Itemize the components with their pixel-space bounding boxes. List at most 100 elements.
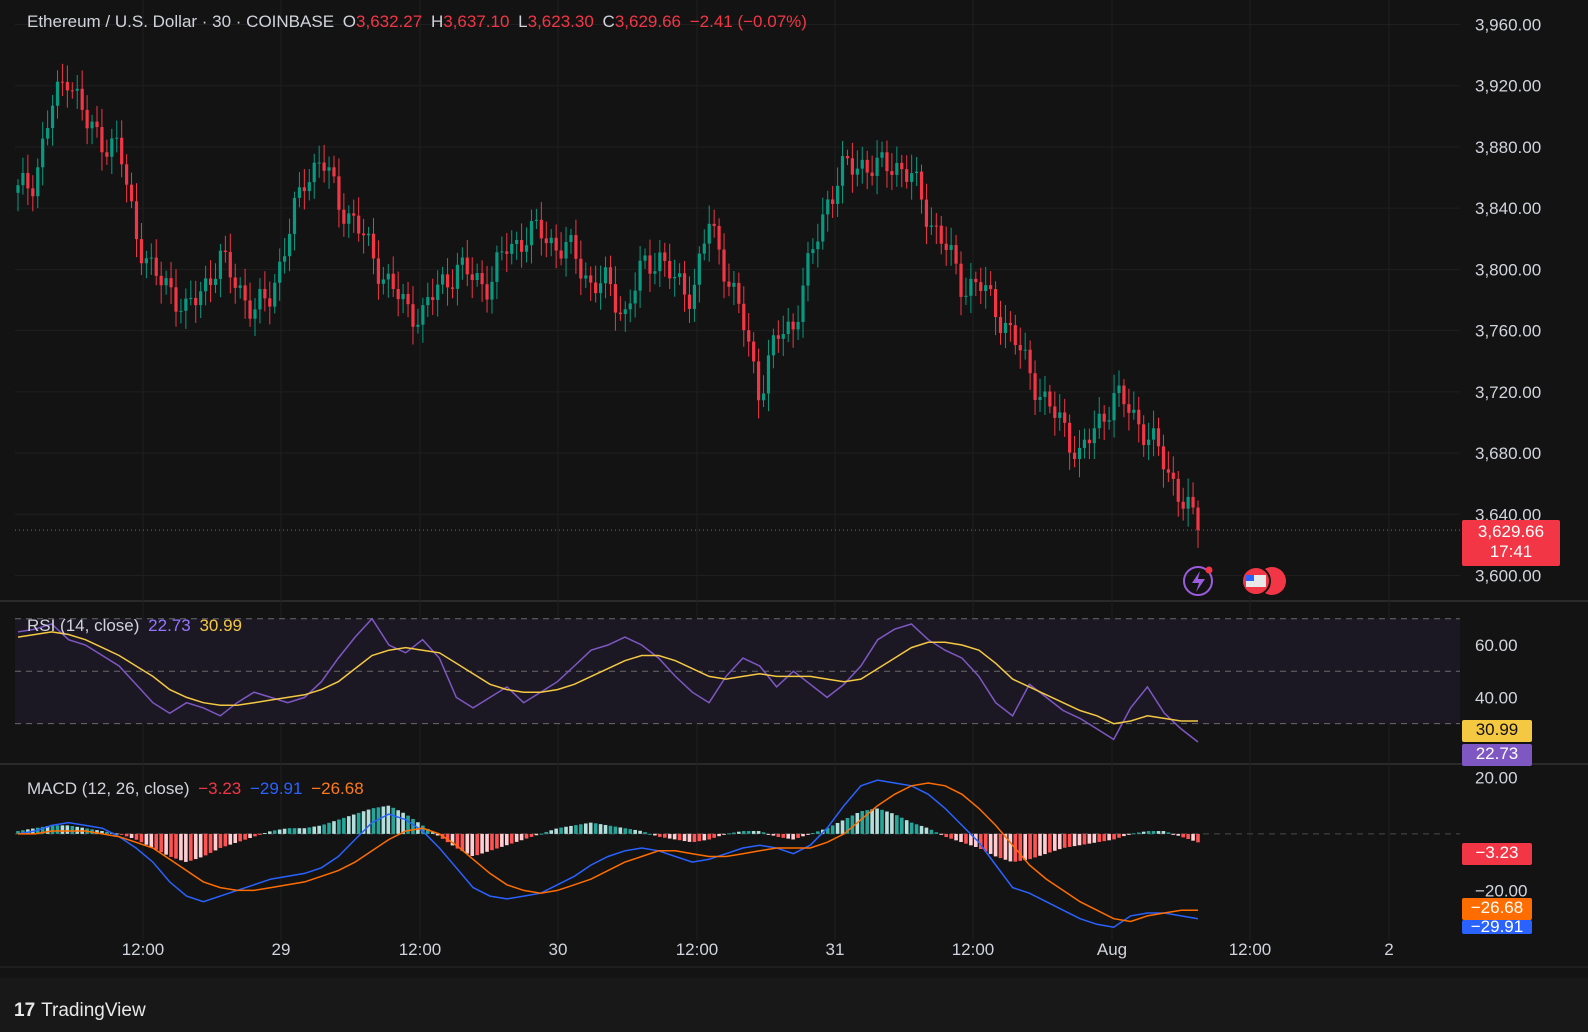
- candle-body: [870, 172, 874, 176]
- candle-body: [747, 330, 751, 342]
- macd-histogram-bar: [598, 824, 603, 834]
- candle-body: [337, 176, 341, 210]
- rsi-ma-value: 30.99: [199, 616, 242, 635]
- macd-histogram-bar: [1191, 833, 1195, 841]
- macd-histogram-bar: [504, 833, 509, 846]
- candle-body: [90, 121, 94, 129]
- x-tick-label: 12:00: [676, 940, 719, 959]
- macd-histogram-bar: [944, 833, 949, 838]
- lightning-glyph-icon: [1192, 571, 1205, 592]
- candle-body: [934, 225, 938, 227]
- macd-histogram-bar: [1112, 833, 1116, 840]
- macd-histogram-bar: [485, 833, 489, 852]
- candle-body: [939, 225, 943, 244]
- macd-histogram-bar: [524, 833, 529, 839]
- tradingview-logo[interactable]: 17 TradingView: [14, 1000, 146, 1022]
- macd-histogram-bar: [702, 833, 707, 841]
- candle-body: [929, 225, 933, 227]
- candle-body: [347, 213, 351, 224]
- candle-body: [692, 284, 697, 309]
- candle-body: [559, 250, 563, 259]
- price-tick-label: 3,680.00: [1475, 444, 1541, 463]
- candle-body: [648, 255, 652, 274]
- candle-body: [638, 260, 642, 291]
- candle-body: [1151, 428, 1156, 440]
- macd-histogram-bar: [924, 827, 929, 834]
- candle-body: [510, 243, 514, 254]
- candle-body: [742, 303, 746, 331]
- macd-histogram-bar: [465, 833, 470, 854]
- macd-histogram-bar: [1048, 833, 1052, 853]
- macd-histogram-bar: [179, 833, 183, 861]
- candle-body: [831, 199, 835, 204]
- candle-body: [1117, 385, 1121, 394]
- candle-body: [628, 303, 632, 310]
- candle-body: [668, 260, 672, 279]
- macd-histogram-bar: [366, 809, 371, 834]
- candle-body: [332, 167, 336, 177]
- candle-body: [702, 243, 706, 254]
- macd-histogram-bar: [509, 833, 514, 844]
- candle-body: [924, 199, 929, 227]
- macd-histogram-bar: [667, 833, 672, 839]
- candle-body: [756, 361, 761, 401]
- macd-histogram-bar: [258, 833, 262, 835]
- candle-body: [1028, 349, 1032, 374]
- macd-histogram-bar: [909, 822, 914, 834]
- candle-body: [1087, 439, 1091, 444]
- candle-body: [129, 184, 134, 202]
- macd-histogram-bar: [470, 833, 475, 857]
- candle-body: [1102, 413, 1106, 422]
- macd-histogram-bar: [692, 833, 697, 842]
- macd-histogram-bar: [129, 833, 134, 839]
- candle-body: [41, 138, 45, 168]
- macd-histogram-bar: [959, 833, 963, 843]
- low-label: L: [518, 12, 528, 31]
- candle-body: [495, 252, 499, 282]
- rsi-ma-badge: 30.99: [1462, 720, 1532, 742]
- price-tick-label: 3,800.00: [1475, 260, 1541, 279]
- macd-histogram-bar: [297, 828, 302, 834]
- candle-body: [1112, 393, 1116, 421]
- macd-histogram-bar: [307, 827, 312, 834]
- macd-histogram-bar: [119, 833, 124, 835]
- candle-body: [426, 297, 430, 306]
- macd-histogram-bar: [796, 833, 800, 838]
- candle-body: [194, 297, 198, 306]
- candle-body: [1176, 478, 1180, 502]
- macd-histogram-bar: [480, 833, 484, 854]
- candle-body: [603, 267, 608, 284]
- macd-histogram-bar: [904, 820, 909, 834]
- candle-body: [1058, 412, 1062, 418]
- candle-body: [890, 171, 894, 175]
- macd-histogram-bar: [253, 833, 257, 837]
- candle-body: [1107, 420, 1111, 422]
- price-tick-label: 3,760.00: [1475, 322, 1541, 341]
- macd-histogram-bar: [327, 822, 331, 834]
- candle-body: [164, 278, 168, 286]
- macd-histogram-bar: [618, 827, 623, 834]
- macd-histogram-bar: [613, 826, 618, 834]
- macd-histogram-bar: [391, 807, 396, 834]
- macd-histogram-bar: [198, 833, 203, 858]
- candle-body: [880, 152, 884, 158]
- candle-body: [623, 309, 627, 315]
- x-tick-label: 12:00: [122, 940, 165, 959]
- macd-histogram-bar: [954, 833, 958, 841]
- candle-body: [26, 172, 30, 189]
- macd-histogram-bar: [213, 833, 218, 851]
- macd-histogram-bar: [282, 828, 287, 834]
- candle-body: [36, 167, 40, 197]
- macd-histogram-bar: [687, 833, 692, 842]
- close-label: C: [602, 12, 615, 31]
- macd-histogram-bar: [1053, 833, 1057, 851]
- candle-body: [60, 81, 65, 83]
- macd-histogram-bar: [964, 833, 968, 844]
- candle-body: [110, 138, 114, 157]
- candle-body: [1142, 424, 1146, 446]
- candle-body: [1092, 428, 1096, 444]
- macd-histogram-bar: [356, 812, 361, 834]
- candle-body: [85, 109, 89, 129]
- chart-canvas[interactable]: 12:00 29 12:00 30 12:00 31 12:00 Aug 12:00 2 3,960…: [0, 0, 1588, 1032]
- candle-body: [998, 317, 1003, 333]
